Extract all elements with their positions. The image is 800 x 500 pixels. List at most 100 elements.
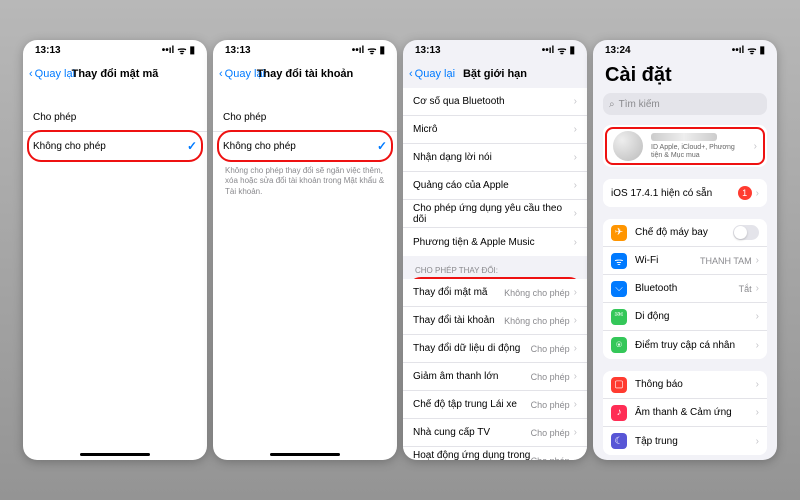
home-indicator[interactable] xyxy=(80,453,150,456)
check-icon: ✓ xyxy=(187,139,197,153)
battery-icon: ▮ xyxy=(379,45,385,56)
status-icons: ••ıl ᯤ ▮ xyxy=(162,43,195,57)
content: Cho phép Không cho phép ✓ Không cho phép… xyxy=(213,88,397,460)
chevron-right-icon: › xyxy=(574,237,577,248)
settings-row[interactable]: ⌵BluetoothTắt› xyxy=(603,275,767,303)
chevron-right-icon: › xyxy=(754,141,757,152)
row-icon: ⍟ xyxy=(611,337,627,353)
row-label: Di động xyxy=(635,311,756,322)
chevron-right-icon: › xyxy=(756,188,759,199)
row-value: Không cho phép xyxy=(504,288,570,298)
search-input[interactable]: ⌕ Tìm kiếm xyxy=(603,93,767,115)
row-value: Cho phép xyxy=(531,400,570,410)
phone-screen-1: 13:13 ••ıl ᯤ ▮ ‹ Quay lại Thay đổi mật m… xyxy=(23,40,207,460)
status-time: 13:13 xyxy=(35,45,61,56)
row-label: Wi-Fi xyxy=(635,255,700,266)
settings-row[interactable]: ☾ Tập trung› xyxy=(603,427,767,455)
chevron-right-icon: › xyxy=(574,371,577,382)
status-time: 13:13 xyxy=(225,45,251,56)
settings-row[interactable]: Quảng cáo của Apple› xyxy=(403,172,587,200)
chevron-right-icon: › xyxy=(574,180,577,191)
option-label: Cho phép xyxy=(223,112,387,123)
back-button[interactable]: ‹ Quay lại xyxy=(219,68,265,80)
chevron-right-icon: › xyxy=(574,96,577,107)
settings-row[interactable]: Cho phép ứng dụng yêu cầu theo dõi› xyxy=(403,200,587,228)
status-time: 13:13 xyxy=(415,45,441,56)
row-icon: ♪ xyxy=(611,405,627,421)
status-icons: ••ıl ᯤ ▮ xyxy=(542,43,575,57)
chevron-right-icon: › xyxy=(756,311,759,322)
battery-icon: ▮ xyxy=(759,45,765,56)
badge-icon: 1 xyxy=(738,186,752,200)
back-button[interactable]: ‹ Quay lại xyxy=(409,68,455,80)
row-icon: ✈ xyxy=(611,225,627,241)
chevron-right-icon: › xyxy=(574,315,577,326)
chevron-right-icon: › xyxy=(574,287,577,298)
settings-row[interactable]: Nhà cung cấp TVCho phép› xyxy=(403,419,587,447)
settings-row[interactable]: Hoạt động ứng dụng trong nềnCho phép› xyxy=(403,447,587,460)
row-icon: ▢ xyxy=(611,377,627,393)
settings-row[interactable]: ✈ Chế độ máy bay xyxy=(603,219,767,247)
wifi-icon: ᯤ xyxy=(747,43,756,57)
battery-icon: ▮ xyxy=(189,45,195,56)
settings-row[interactable]: Phương tiện & Apple Music› xyxy=(403,228,587,256)
row-icon: ☾ xyxy=(611,433,627,449)
chevron-right-icon: › xyxy=(574,427,577,438)
signal-icon: ••ıl xyxy=(542,45,555,56)
row-label: Micrô xyxy=(413,124,574,135)
toggle[interactable] xyxy=(733,225,759,240)
software-update-row[interactable]: iOS 17.4.1 hiện có sẵn 1 › xyxy=(603,179,767,207)
row-label: Nhà cung cấp TV xyxy=(413,427,531,438)
option-allow[interactable]: Cho phép xyxy=(213,104,397,132)
phone-screen-2: 13:13 ••ıl ᯤ ▮ ‹ Quay lại Thay đổi tài k… xyxy=(213,40,397,460)
profile-row[interactable]: ID Apple, iCloud+, Phương tiện & Mục mua… xyxy=(603,125,767,167)
status-bar: 13:24 ••ıl ᯤ ▮ xyxy=(593,40,777,60)
chevron-left-icon: ‹ xyxy=(219,68,223,80)
option-deny[interactable]: Không cho phép ✓ xyxy=(23,132,207,160)
chevron-right-icon: › xyxy=(756,379,759,390)
settings-row[interactable]: Thay đổi dữ liệu di độngCho phép› xyxy=(403,335,587,363)
status-icons: ••ıl ᯤ ▮ xyxy=(352,43,385,57)
row-label: Phương tiện & Apple Music xyxy=(413,237,574,248)
settings-row[interactable]: Micrô› xyxy=(403,116,587,144)
settings-row[interactable]: ♪Âm thanh & Cảm ứng› xyxy=(603,399,767,427)
signal-icon: ••ıl xyxy=(162,45,175,56)
settings-row[interactable]: Cơ số qua Bluetooth› xyxy=(403,88,587,116)
row-label: Quảng cáo của Apple xyxy=(413,180,574,191)
settings-row[interactable]: Thay đổi mật mãKhông cho phép› xyxy=(403,279,587,307)
status-bar: 13:13 ••ıl ᯤ ▮ xyxy=(23,40,207,60)
nav-bar: ‹ Quay lại Thay đổi mật mã xyxy=(23,60,207,88)
option-deny[interactable]: Không cho phép ✓ xyxy=(213,132,397,160)
settings-row[interactable]: ⍟Điểm truy cập cá nhân› xyxy=(603,331,767,359)
chevron-right-icon: › xyxy=(756,283,759,294)
settings-row[interactable]: ▢Thông báo› xyxy=(603,371,767,399)
settings-row[interactable]: ᯤWi-FiTHANH TAM› xyxy=(603,247,767,275)
settings-row[interactable]: ⎃Di động› xyxy=(603,303,767,331)
row-label: Thay đổi dữ liệu di động xyxy=(413,343,531,354)
home-indicator[interactable] xyxy=(270,453,340,456)
settings-row[interactable]: Chế độ tập trung Lái xeCho phép› xyxy=(403,391,587,419)
option-label: Cho phép xyxy=(33,112,197,123)
row-label: Điểm truy cập cá nhân xyxy=(635,340,756,351)
option-allow[interactable]: Cho phép xyxy=(23,104,207,132)
back-button[interactable]: ‹ Quay lại xyxy=(29,68,75,80)
back-label: Quay lại xyxy=(415,68,455,80)
row-label: Cho phép ứng dụng yêu cầu theo dõi xyxy=(413,203,574,225)
row-value: Cho phép xyxy=(531,372,570,382)
chevron-right-icon: › xyxy=(756,436,759,447)
check-icon: ✓ xyxy=(377,139,387,153)
settings-row[interactable]: Giảm âm thanh lớnCho phép› xyxy=(403,363,587,391)
row-label: Tập trung xyxy=(635,436,756,447)
row-icon: ⌵ xyxy=(611,281,627,297)
wifi-icon: ᯤ xyxy=(367,43,376,57)
row-label: Chế độ tập trung Lái xe xyxy=(413,399,531,410)
settings-row[interactable]: Nhận dạng lời nói› xyxy=(403,144,587,172)
row-value: Không cho phép xyxy=(504,316,570,326)
row-value: Cho phép xyxy=(531,456,570,460)
settings-row[interactable]: Thay đổi tài khoảnKhông cho phép › xyxy=(403,307,587,335)
nav-bar: ‹ Quay lại Thay đổi tài khoản xyxy=(213,60,397,88)
row-value: Cho phép xyxy=(531,344,570,354)
nav-bar: ‹ Quay lại Bặt giới hạn xyxy=(403,60,587,88)
row-label: Chế độ máy bay xyxy=(635,227,733,238)
row-label: Thay đổi tài khoản xyxy=(413,315,504,326)
